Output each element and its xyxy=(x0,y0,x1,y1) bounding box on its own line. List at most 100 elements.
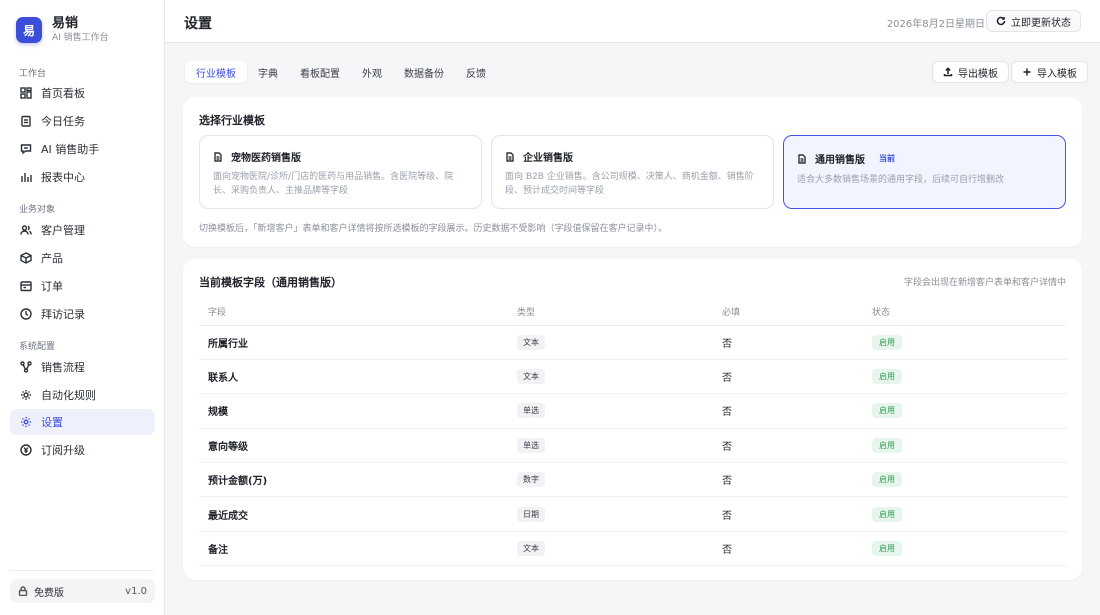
sidebar-item-label: 产品 xyxy=(41,252,63,265)
field-type: 文本 xyxy=(517,369,545,385)
field-required: 否 xyxy=(713,428,863,464)
nav-section-objects: 业务对象 xyxy=(19,205,56,215)
brand-logo: 易 xyxy=(16,17,42,43)
field-name: 预计金额(万) xyxy=(199,462,508,498)
plan-badge[interactable]: 免费版 v1.0 xyxy=(10,579,155,603)
gear-icon xyxy=(20,389,32,401)
import-template-button[interactable]: 导入模板 xyxy=(1011,61,1088,83)
template-desc: 面向 B2B 企业销售。含公司规模、决策人、商机金额、销售阶段、预计成交时间等字… xyxy=(505,172,754,196)
sidebar-item-automation[interactable]: 自动化规则 xyxy=(10,382,155,408)
sidebar-item-products[interactable]: 产品 xyxy=(10,245,155,271)
export-template-button[interactable]: 导出模板 xyxy=(932,61,1009,83)
table-row[interactable]: 预计金额(万) 数字 否 启用 xyxy=(199,462,1067,498)
fields-card-title: 当前模板字段（通用销售版） xyxy=(199,276,342,289)
field-type: 单选 xyxy=(517,403,545,419)
status-badge: 启用 xyxy=(872,506,902,522)
refresh-icon xyxy=(996,16,1006,26)
field-required: 否 xyxy=(713,393,863,429)
tab-dashboard-config[interactable]: 看板配置 xyxy=(289,61,351,83)
field-type: 单选 xyxy=(517,437,545,453)
sidebar-divider xyxy=(10,570,155,571)
template-switch-note: 切换模板后，「新增客户」表单和客户详情将按所选模板的字段展示。历史数据不受影响（… xyxy=(199,224,668,234)
tab-industry-template[interactable]: 行业模板 xyxy=(185,61,247,83)
sidebar-item-tasks[interactable]: 今日任务 xyxy=(10,108,155,134)
field-required: 否 xyxy=(713,496,863,532)
sidebar-item-dashboard[interactable]: 首页看板 xyxy=(10,80,155,106)
status-badge: 启用 xyxy=(872,403,902,419)
table-row[interactable]: 备注 文本 否 启用 xyxy=(199,531,1067,567)
column-header: 类型 xyxy=(508,299,713,326)
table-row[interactable]: 最近成交 日期 否 启用 xyxy=(199,496,1067,532)
sidebar-item-label: 订单 xyxy=(41,280,63,293)
table-row[interactable]: 规模 单选 否 启用 xyxy=(199,393,1067,429)
template-card-title: 选择行业模板 xyxy=(199,114,265,127)
template-option-general[interactable]: 通用销售版 当前 适合大多数销售场景的通用字段，后续可自行增删改 xyxy=(783,135,1066,209)
field-required: 否 xyxy=(713,531,863,567)
template-card: 选择行业模板 宠物医药销售版 面向宠物医院/诊所/门店的医药与用品销售。含医院等… xyxy=(183,97,1082,247)
order-icon xyxy=(20,280,32,292)
flow-icon xyxy=(20,361,32,373)
box-icon xyxy=(20,252,32,264)
table-row[interactable]: 联系人 文本 否 启用 xyxy=(199,359,1067,395)
sidebar-item-visits[interactable]: 拜访记录 xyxy=(10,301,155,327)
status-badge: 启用 xyxy=(872,541,902,557)
status-badge: 启用 xyxy=(872,369,902,385)
field-name: 最近成交 xyxy=(199,496,508,532)
sidebar-item-sales-flow[interactable]: 销售流程 xyxy=(10,354,155,380)
sidebar-item-label: 销售流程 xyxy=(41,361,85,374)
refresh-status-button[interactable]: 立即更新状态 xyxy=(986,10,1081,32)
field-required: 否 xyxy=(713,359,863,395)
clipboard-icon xyxy=(20,115,32,127)
sidebar-item-label: 设置 xyxy=(41,416,63,429)
field-name: 规模 xyxy=(199,393,508,429)
status-badge: 启用 xyxy=(872,437,902,453)
current-badge: 当前 xyxy=(879,154,895,163)
tab-appearance[interactable]: 外观 xyxy=(351,61,393,83)
table-header-row: 字段 类型 必填 状态 xyxy=(199,299,1067,326)
sidebar-item-label: AI 销售助手 xyxy=(41,143,100,156)
column-header: 必填 xyxy=(713,299,863,326)
tab-data-backup[interactable]: 数据备份 xyxy=(393,61,455,83)
sidebar-item-orders[interactable]: 订单 xyxy=(10,273,155,299)
template-name: 企业销售版 xyxy=(523,153,573,164)
settings-icon xyxy=(20,416,32,428)
sidebar-item-customers[interactable]: 客户管理 xyxy=(10,217,155,243)
fields-hint: 字段会出现在新增客户表单和客户详情中 xyxy=(903,278,1066,288)
sidebar-item-settings[interactable]: 设置 xyxy=(10,409,155,435)
sidebar-item-ai-assistant[interactable]: AI 销售助手 xyxy=(10,136,155,162)
document-icon xyxy=(214,151,222,162)
field-required: 否 xyxy=(713,462,863,498)
upload-icon xyxy=(943,67,953,77)
sidebar-item-label: 订阅升级 xyxy=(41,444,85,457)
export-template-label: 导出模板 xyxy=(958,68,998,80)
table-row[interactable]: 所属行业 文本 否 启用 xyxy=(199,325,1067,360)
sidebar-item-reports[interactable]: 报表中心 xyxy=(10,164,155,190)
plan-label: 免费版 xyxy=(34,587,64,599)
template-option-enterprise[interactable]: 企业销售版 面向 B2B 企业销售。含公司规模、决策人、商机金额、销售阶段、预计… xyxy=(491,135,774,209)
sidebar-item-subscription[interactable]: 订阅升级 xyxy=(10,437,155,463)
status-badge: 启用 xyxy=(872,472,902,488)
page-title: 设置 xyxy=(184,16,212,32)
sidebar-item-label: 首页看板 xyxy=(41,87,85,100)
fields-table: 字段 类型 必填 状态 所属行业 文本 否 启用 联系人 文本 否 启用 规模 … xyxy=(199,299,1067,567)
currency-icon xyxy=(20,444,32,456)
sidebar-item-label: 拜访记录 xyxy=(41,308,85,321)
tab-feedback[interactable]: 反馈 xyxy=(455,61,497,83)
import-template-label: 导入模板 xyxy=(1037,68,1077,80)
sidebar-item-label: 客户管理 xyxy=(41,224,85,237)
status-badge: 启用 xyxy=(872,334,902,350)
current-date: 2026年8月2日星期日 xyxy=(886,19,985,30)
brand[interactable]: 易 易销 AI 销售工作台 xyxy=(16,16,109,44)
field-name: 所属行业 xyxy=(199,325,508,360)
nav-section-workspace: 工作台 xyxy=(19,69,47,79)
tab-dictionary[interactable]: 字典 xyxy=(247,61,289,83)
table-row[interactable]: 意向等级 单选 否 启用 xyxy=(199,428,1067,464)
clock-icon xyxy=(20,308,32,320)
header: 设置 2026年8月2日星期日 立即更新状态 xyxy=(165,0,1100,43)
plus-icon xyxy=(1023,68,1031,76)
field-type: 数字 xyxy=(517,472,545,488)
brand-name: 易销 xyxy=(52,16,79,31)
chat-icon xyxy=(20,143,32,155)
field-name: 备注 xyxy=(199,531,508,567)
template-option-pet-medical[interactable]: 宠物医药销售版 面向宠物医院/诊所/门店的医药与用品销售。含医院等级、院长、采购… xyxy=(199,135,482,209)
